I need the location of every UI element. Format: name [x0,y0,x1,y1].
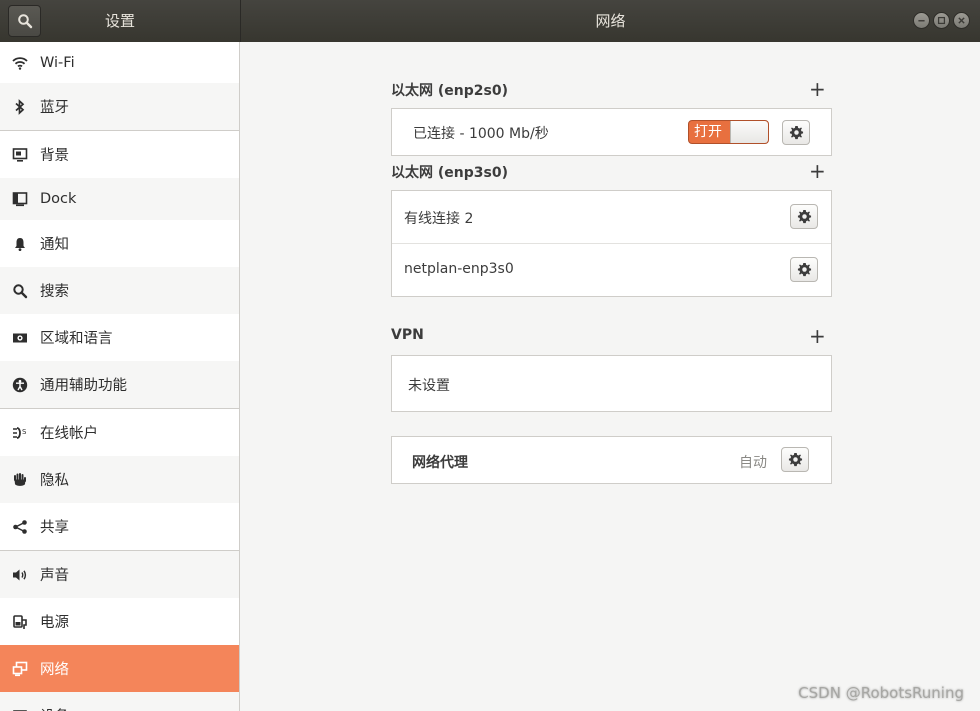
hand-icon [12,472,28,488]
ethernet-enp2s0-title: 以太网 (enp2s0) [391,83,508,99]
proxy-label: 网络代理 [412,455,468,471]
maximize-icon [937,16,946,25]
sidebar-item-wifi[interactable]: Wi-Fi [0,42,239,83]
vpn-card: 未设置 [391,355,832,412]
connection-name: netplan-enp3s0 [404,261,514,277]
minimize-icon [918,20,925,22]
sidebar: Wi-Fi 蓝牙 背景 Dock 通知 搜索 区域和语言 通用辅助功能 S 在线… [0,42,240,711]
connection-row[interactable]: 有线连接 2 [392,191,831,243]
accessibility-icon [12,377,28,393]
ethernet-enp2s0-toggle[interactable]: 打开 [688,120,769,144]
connection-settings-button[interactable] [790,257,818,282]
background-icon [12,147,28,163]
sidebar-item-network[interactable]: 网络 [0,645,239,692]
gear-icon [789,125,803,140]
gear-icon [797,262,811,277]
plus-icon: + [809,159,826,183]
add-ethernet-enp3s0-button[interactable]: + [809,161,826,181]
sidebar-item-sound[interactable]: 声音 [0,551,239,598]
sidebar-item-notifications[interactable]: 通知 [0,220,239,267]
bell-icon [12,236,28,252]
region-icon [12,330,28,346]
sidebar-item-label: 蓝牙 [40,100,69,116]
add-ethernet-enp2s0-button[interactable]: + [809,79,826,99]
sidebar-item-sharing[interactable]: 共享 [0,503,239,550]
sidebar-item-privacy[interactable]: 隐私 [0,456,239,503]
sidebar-item-accessibility[interactable]: 通用辅助功能 [0,361,239,408]
chevron-right-icon: › [215,708,221,711]
ethernet-enp2s0-settings-button[interactable] [782,120,810,145]
connection-row[interactable]: netplan-enp3s0 [392,243,831,296]
proxy-row[interactable]: 网络代理 自动 [392,437,831,483]
sidebar-item-label: 背景 [40,148,69,164]
sidebar-item-bluetooth[interactable]: 蓝牙 [0,83,239,130]
plus-icon: + [809,77,826,101]
sidebar-item-label: 在线帐户 [40,426,98,442]
toggle-on-label: 打开 [694,124,722,140]
sidebar-item-region[interactable]: 区域和语言 [0,314,239,361]
sidebar-item-label: Dock [40,191,77,207]
search-icon [12,283,28,299]
toggle-knob [730,121,768,143]
minimize-button[interactable] [913,12,930,29]
sidebar-item-label: 电源 [40,615,69,631]
proxy-settings-button[interactable] [781,447,809,472]
sidebar-item-label: 通知 [40,237,69,253]
sidebar-item-label: 设备 [40,705,69,711]
watermark: CSDN @RobotsRuning [798,684,964,702]
sidebar-item-devices[interactable]: 设备 › [0,692,239,711]
share-icon [12,519,28,535]
vpn-empty-row: 未设置 [392,356,831,411]
network-icon [12,661,28,677]
connection-status: 已连接 - 1000 Mb/秒 [413,126,549,142]
proxy-card[interactable]: 网络代理 自动 [391,436,832,484]
power-icon [12,614,28,630]
ethernet-enp2s0-row: 已连接 - 1000 Mb/秒 打开 [392,109,831,155]
sidebar-item-label: 共享 [40,520,69,536]
maximize-button[interactable] [933,12,950,29]
gear-icon [797,209,811,224]
close-icon [958,17,965,24]
connection-name: 有线连接 2 [404,211,474,227]
sidebar-item-background[interactable]: 背景 [0,131,239,178]
add-vpn-button[interactable]: + [809,326,826,346]
sidebar-item-label: 声音 [40,568,69,584]
network-panel: 以太网 (enp2s0) + 已连接 - 1000 Mb/秒 打开 以太网 (e… [241,42,980,711]
wifi-icon [12,55,28,71]
svg-text:S: S [22,428,27,436]
ethernet-enp2s0-card: 已连接 - 1000 Mb/秒 打开 [391,108,832,156]
sidebar-item-label: 网络 [40,662,69,678]
header-bar: 设置 网络 [0,0,980,42]
online-accounts-icon: S [12,425,28,441]
settings-title: 设置 [104,12,135,30]
plus-icon: + [809,324,826,348]
sidebar-item-label: 区域和语言 [40,331,113,347]
sidebar-item-label: Wi-Fi [40,54,75,71]
sidebar-item-label: 搜索 [40,284,69,300]
vpn-empty-label: 未设置 [408,378,450,394]
page-title: 网络 [595,12,626,30]
speaker-icon [12,567,28,583]
dock-icon [12,191,28,207]
sidebar-item-label: 通用辅助功能 [40,378,127,394]
proxy-value: 自动 [739,455,767,471]
devices-icon [12,708,28,711]
sidebar-item-online-accounts[interactable]: S 在线帐户 [0,409,239,456]
close-button[interactable] [953,12,970,29]
sidebar-item-dock[interactable]: Dock [0,178,239,220]
window-controls [913,12,970,29]
gear-icon [788,452,802,467]
sidebar-item-search[interactable]: 搜索 [0,267,239,314]
ethernet-enp3s0-card: 有线连接 2 netplan-enp3s0 [391,190,832,297]
sidebar-item-label: 隐私 [40,473,69,489]
vpn-title: VPN [391,327,424,343]
bluetooth-icon [12,98,28,115]
ethernet-enp3s0-title: 以太网 (enp3s0) [391,165,508,181]
sidebar-item-power[interactable]: 电源 [0,598,239,645]
connection-settings-button[interactable] [790,204,818,229]
